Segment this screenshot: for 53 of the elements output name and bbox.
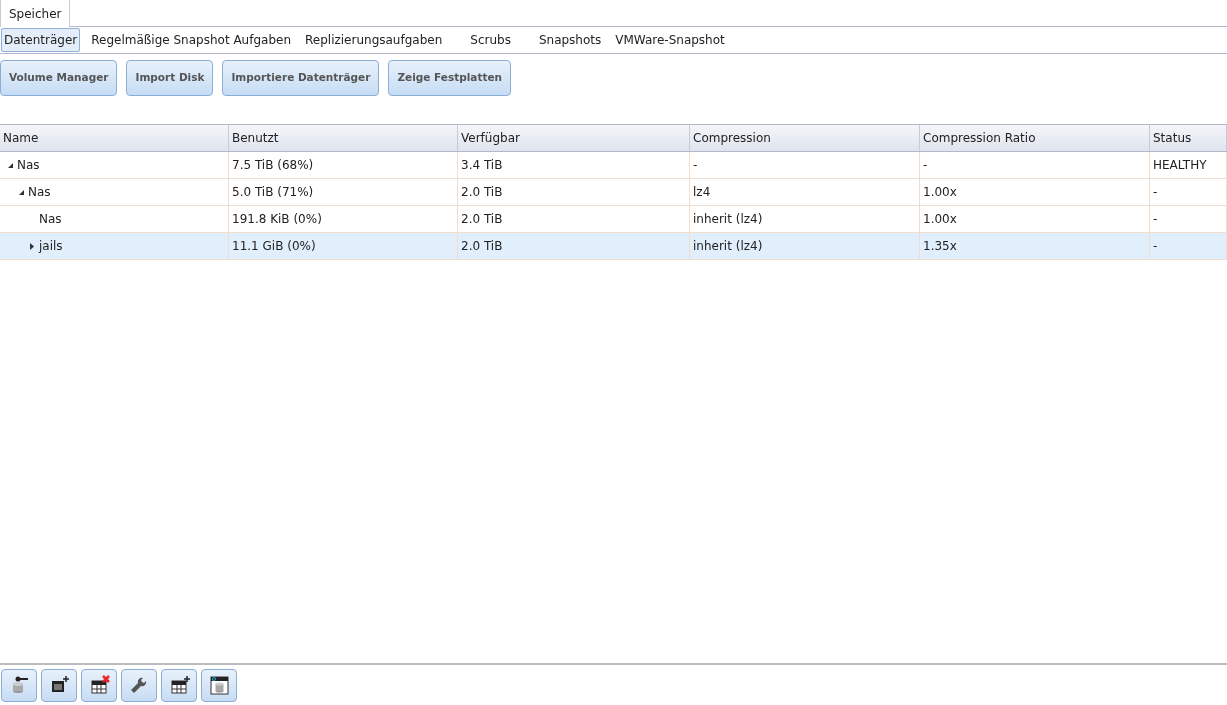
table-cell: 191.8 KiB (0%) bbox=[229, 206, 458, 232]
table-row[interactable]: Nas 7.5 TiB (68%) 3.4 TiB - - HEALTHY bbox=[0, 152, 1227, 179]
sub-tab[interactable]: Replizierungsaufgaben bbox=[302, 28, 446, 52]
table-cell: 5.0 TiB (71%) bbox=[229, 179, 458, 205]
table-cell: 1.00x bbox=[920, 206, 1150, 232]
table-cell: HEALTHY bbox=[1150, 152, 1227, 178]
table-cell: - bbox=[1150, 179, 1227, 205]
sub-tab[interactable]: Regelmäßige Snapshot Aufgaben bbox=[88, 28, 294, 52]
table-cell: - bbox=[920, 152, 1150, 178]
table-cell: 1.35x bbox=[920, 233, 1150, 259]
toolbar-button[interactable] bbox=[81, 669, 117, 702]
toolbar-button[interactable] bbox=[1, 669, 37, 702]
table-delete-icon bbox=[88, 675, 110, 696]
column-header[interactable]: Status bbox=[1150, 125, 1227, 151]
table-row[interactable]: Nas 5.0 TiB (71%) 2.0 TiB lz4 1.00x - bbox=[0, 179, 1227, 206]
toolbar-button[interactable] bbox=[161, 669, 197, 702]
sub-tab[interactable]: VMWare-Snapshot bbox=[612, 28, 728, 52]
table-cell: lz4 bbox=[690, 179, 920, 205]
table-cell: 11.1 GiB (0%) bbox=[229, 233, 458, 259]
action-button[interactable]: Volume Manager bbox=[0, 60, 118, 96]
column-header[interactable]: Benutzt bbox=[229, 125, 458, 151]
tree-label: Nas bbox=[28, 184, 51, 201]
table-cell: 7.5 TiB (68%) bbox=[229, 152, 458, 178]
table-cell: - bbox=[1150, 206, 1227, 232]
column-header[interactable]: Verfügbar bbox=[458, 125, 690, 151]
table-cell: 2.0 TiB bbox=[458, 233, 690, 259]
action-button[interactable]: Import Disk bbox=[126, 60, 214, 96]
column-header[interactable]: Name bbox=[0, 125, 229, 151]
collapsed-arrow-icon[interactable] bbox=[28, 241, 37, 251]
table-cell: 2.0 TiB bbox=[458, 179, 690, 205]
table-cell: 1.00x bbox=[920, 179, 1150, 205]
tree-label: Nas bbox=[17, 157, 40, 174]
table-cell: - bbox=[690, 152, 920, 178]
sub-tab[interactable]: Snapshots bbox=[535, 28, 605, 52]
action-button[interactable]: Importiere Datenträger bbox=[222, 60, 380, 96]
sub-tab[interactable]: Scrubs bbox=[467, 28, 514, 52]
tree-label: jails bbox=[39, 238, 63, 255]
sub-tab[interactable]: Datenträger bbox=[1, 28, 81, 52]
tree-label: Nas bbox=[39, 211, 62, 228]
toolbar-button[interactable] bbox=[201, 669, 237, 702]
toolbar-button[interactable] bbox=[121, 669, 157, 702]
tab[interactable]: Speicher bbox=[0, 0, 71, 27]
table-add-icon bbox=[168, 675, 190, 696]
table-cell: inherit (lz4) bbox=[690, 206, 920, 232]
table-row[interactable]: jails 11.1 GiB (0%) 2.0 TiB inherit (lz4) 1.35x - bbox=[0, 233, 1227, 260]
toolbar-button[interactable] bbox=[41, 669, 77, 702]
table-cell: 2.0 TiB bbox=[458, 206, 690, 232]
column-header[interactable]: Compression bbox=[690, 125, 920, 151]
table-cell: - bbox=[1150, 233, 1227, 259]
action-button[interactable]: Zeige Festplatten bbox=[388, 60, 512, 96]
table-cell: 3.4 TiB bbox=[458, 152, 690, 178]
table-cell: inherit (lz4) bbox=[690, 233, 920, 259]
column-header[interactable]: Compression Ratio bbox=[920, 125, 1150, 151]
